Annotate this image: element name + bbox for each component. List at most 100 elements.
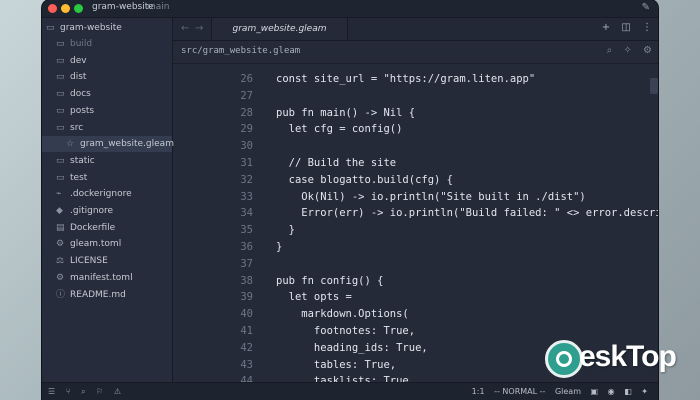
tree-item-label: build	[70, 39, 93, 49]
sidebar-toggle-icon[interactable]: ☰	[48, 387, 55, 396]
tree-item-label: README.md	[70, 289, 126, 300]
code-line[interactable]: 28 pub fn main() -> Nil {	[173, 105, 658, 122]
code-editor[interactable]: 26 const site_url = "https://gram.liten.a…	[173, 64, 658, 382]
code-line[interactable]: 29 let cfg = config()	[173, 121, 658, 138]
tab-gram-website-gleam[interactable]: gram_website.gleam	[211, 18, 348, 40]
folder-icon: ▭	[56, 55, 65, 66]
code-line[interactable]: 26 const site_url = "https://gram.liten.a…	[173, 71, 658, 88]
scrollbar-thumb[interactable]	[650, 78, 658, 94]
line-number: 37	[240, 257, 253, 270]
settings-icon[interactable]: ⚙	[643, 45, 652, 56]
license-icon: ⚖	[56, 256, 65, 267]
tree-item[interactable]: ▭ build	[42, 36, 172, 52]
diagnostics-icon[interactable]: ⚠	[114, 387, 121, 396]
folder-icon: ▭	[56, 39, 65, 49]
close-window-button[interactable]	[48, 4, 57, 13]
line-number: 29	[240, 123, 253, 136]
tree-item[interactable]: ▤ Dockerfile	[42, 220, 172, 236]
tree-item[interactable]: ⌁ .dockerignore	[42, 186, 172, 202]
tree-item[interactable]: ⚖ LICENSE	[42, 253, 172, 269]
tree-item[interactable]: ▭ dist	[42, 69, 172, 85]
tree-item[interactable]: ▭ dev	[42, 53, 172, 69]
panel-toggle-icon[interactable]: ◧	[624, 387, 632, 396]
tree-item-label: docs	[70, 89, 91, 100]
new-tab-icon[interactable]: +	[602, 22, 610, 33]
language-selector[interactable]: Gleam	[555, 387, 581, 396]
folder-open-icon: ▭	[46, 23, 55, 33]
cursor-position[interactable]: 1:1	[472, 387, 485, 396]
line-number: 38	[240, 274, 253, 287]
line-number: 26	[240, 73, 253, 85]
tree-item-label: dev	[70, 55, 87, 66]
back-arrow-icon[interactable]: ←	[181, 23, 189, 34]
code-text: tasklists: True,	[276, 375, 416, 382]
line-number: 41	[240, 325, 253, 337]
debug-icon[interactable]: ◉	[608, 387, 615, 396]
code-line[interactable]: 38 pub fn config() {	[173, 273, 658, 290]
more-icon[interactable]: ⋮	[642, 22, 652, 33]
project-title[interactable]: gram-website	[92, 2, 154, 12]
code-text: case blogatto.build(cfg) {	[276, 173, 454, 186]
code-line[interactable]: 32 case blogatto.build(cfg) {	[173, 172, 658, 189]
code-line[interactable]: 39 let opts =	[173, 289, 658, 306]
code-text: let opts =	[276, 291, 352, 304]
file-icon: ⌁	[56, 189, 62, 200]
assistant-panel-icon[interactable]: ✦	[641, 387, 648, 396]
code-line[interactable]: 40 markdown.Options(	[173, 306, 658, 323]
tree-item-label: static	[70, 155, 95, 166]
assistant-icon[interactable]: ✧	[623, 45, 631, 56]
branch-name[interactable]: main	[147, 2, 170, 12]
line-number: 40	[240, 308, 253, 321]
folder-icon: ▭	[56, 89, 65, 100]
tree-item[interactable]: ▭ posts	[42, 103, 172, 119]
code-line[interactable]: 27	[173, 88, 658, 105]
split-pane-icon[interactable]: ◫	[621, 22, 630, 33]
code-line[interactable]: 34 Error(err) -> io.println("Build faile…	[173, 205, 658, 222]
code-line[interactable]: 37	[173, 256, 658, 273]
code-line[interactable]: 36}	[173, 239, 658, 256]
breadcrumb-actions: ⌕ ✧ ⚙	[599, 45, 652, 56]
tree-item-label: .dockerignore	[70, 189, 132, 200]
tree-item[interactable]: ⚙ manifest.toml	[42, 270, 172, 286]
project-root-label: gram-website	[60, 23, 122, 33]
edit-icon[interactable]: ✎	[642, 2, 650, 13]
code-line[interactable]: 33 Ok(Nil) -> io.println("Site built in …	[173, 189, 658, 206]
maximize-window-button[interactable]	[74, 4, 83, 13]
code-text: tables: True,	[276, 358, 397, 371]
code-line[interactable]: 30	[173, 138, 658, 155]
status-bar: ☰ ⑂ ⌕ ⚐ ⚠ 1:1 -- NORMAL -- Gleam ▣ ◉ ◧ ✦	[42, 382, 658, 400]
gear-file-icon: ⚙	[56, 239, 65, 250]
code-line[interactable]: 31 // Build the site	[173, 155, 658, 172]
code-text: footnotes: True,	[276, 325, 416, 337]
minimize-window-button[interactable]	[61, 4, 70, 13]
tree-item[interactable]: ☆ gram_website.gleam	[42, 136, 174, 153]
tree-item[interactable]: ⚙ gleam.toml	[42, 236, 172, 252]
line-number: 28	[240, 106, 253, 119]
tree-item-label: posts	[70, 105, 95, 116]
code-text: }	[276, 241, 283, 253]
tree-item[interactable]: ▭ docs	[42, 86, 172, 102]
line-number: 32	[240, 173, 253, 186]
breadcrumb[interactable]: src/gram_website.gleam	[181, 46, 300, 56]
tree-item-label: gleam.toml	[70, 239, 122, 250]
tree-item[interactable]: ▭ src	[42, 120, 172, 136]
tree-item[interactable]: ▭ static	[42, 153, 172, 169]
line-number: 31	[240, 157, 253, 169]
tree-item[interactable]: ⓘ README.md	[42, 287, 172, 303]
tree-item[interactable]: ◆ .gitignore	[42, 203, 172, 219]
bell-icon[interactable]: ⚐	[96, 387, 103, 396]
project-root[interactable]: ▭ gram-website	[42, 20, 172, 36]
tree-item[interactable]: ▭ test	[42, 170, 172, 186]
line-number: 34	[240, 207, 253, 220]
code-line[interactable]: 41 footnotes: True,	[173, 323, 658, 340]
tree-item-label: src	[70, 122, 84, 133]
code-line[interactable]: 35 }	[173, 222, 658, 239]
forward-arrow-icon[interactable]: →	[195, 23, 203, 34]
terminal-icon[interactable]: ▣	[591, 387, 599, 396]
tree-item-label: LICENSE	[70, 256, 108, 267]
git-branch-icon[interactable]: ⑂	[66, 387, 71, 396]
code-text: pub fn main() -> Nil {	[276, 106, 416, 119]
watermark-icon	[545, 340, 583, 378]
search-icon[interactable]: ⌕	[607, 45, 613, 56]
search-icon[interactable]: ⌕	[81, 387, 85, 396]
